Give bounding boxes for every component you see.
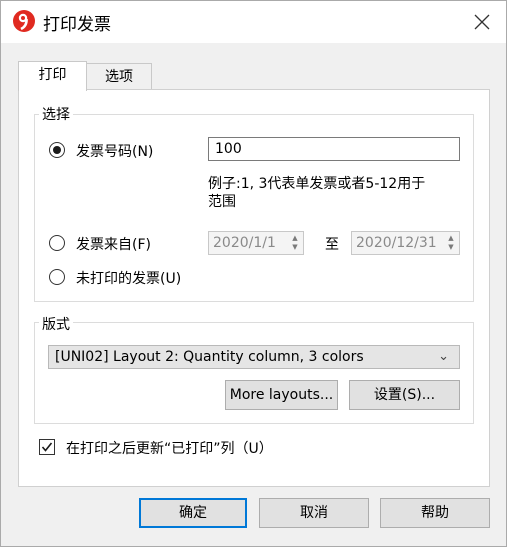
window-title: 打印发票 — [43, 15, 111, 35]
settings-button[interactable]: 设置(S)... — [349, 380, 460, 410]
layout-select-value: [UNI02] Layout 2: Quantity column, 3 col… — [55, 349, 364, 365]
help-button[interactable]: 帮助 — [380, 498, 490, 528]
unprinted-label: 未打印的发票(U) — [76, 271, 182, 287]
close-icon — [474, 14, 490, 30]
tab-options[interactable]: 选项 — [86, 63, 152, 90]
date-from-value: 2020/1/1 — [213, 235, 276, 251]
layout-select[interactable]: [UNI02] Layout 2: Quantity column, 3 col… — [48, 345, 460, 369]
print-tab-panel: 选择 发票号码(N) 100 例子:1, 3代表单发票或者5-12用于 范围 发… — [18, 89, 490, 487]
checkmark-icon — [41, 442, 53, 452]
invoice-from-label: 发票来自(F) — [76, 237, 151, 253]
invoice-number-input[interactable]: 100 — [208, 137, 460, 161]
title-bar: 打印发票 — [1, 1, 506, 43]
update-printed-checkbox[interactable] — [39, 439, 55, 455]
ok-button[interactable]: 确定 — [139, 498, 247, 528]
tab-options-label: 选项 — [105, 69, 133, 85]
print-invoice-dialog: 打印发票 打印 选项 选择 发票号码(N) 100 例子:1, 3代表单发票或者… — [0, 0, 507, 547]
chevron-down-icon: ⌄ — [438, 349, 449, 364]
date-from-spinner[interactable]: 2020/1/1 ▲ ▼ — [208, 231, 304, 255]
hint-line-1: 例子:1, 3代表单发票或者5-12用于 — [208, 176, 426, 192]
unprinted-radio[interactable] — [49, 269, 65, 285]
cancel-button[interactable]: 取消 — [259, 498, 369, 528]
invoice-number-label: 发票号码(N) — [76, 144, 154, 160]
date-to-value: 2020/12/31 — [356, 235, 437, 251]
hint-line-2: 范围 — [208, 194, 236, 210]
invoice-number-radio[interactable] — [49, 142, 65, 158]
close-button[interactable] — [465, 5, 499, 39]
tab-print-label: 打印 — [38, 67, 67, 83]
selection-group-label: 选择 — [39, 104, 73, 124]
tab-print[interactable]: 打印 — [18, 61, 87, 91]
layout-group-label: 版式 — [39, 314, 73, 334]
spinner-arrows-icon: ▲ ▼ — [448, 234, 454, 251]
more-layouts-button[interactable]: More layouts... — [225, 380, 338, 410]
date-to-spinner[interactable]: 2020/12/31 ▲ ▼ — [351, 231, 460, 255]
to-label: 至 — [325, 237, 339, 253]
app-logo-icon — [13, 10, 35, 32]
update-printed-label: 在打印之后更新“已打印”列（U） — [66, 441, 273, 457]
invoice-from-radio[interactable] — [49, 235, 65, 251]
spinner-arrows-icon: ▲ ▼ — [292, 234, 298, 251]
